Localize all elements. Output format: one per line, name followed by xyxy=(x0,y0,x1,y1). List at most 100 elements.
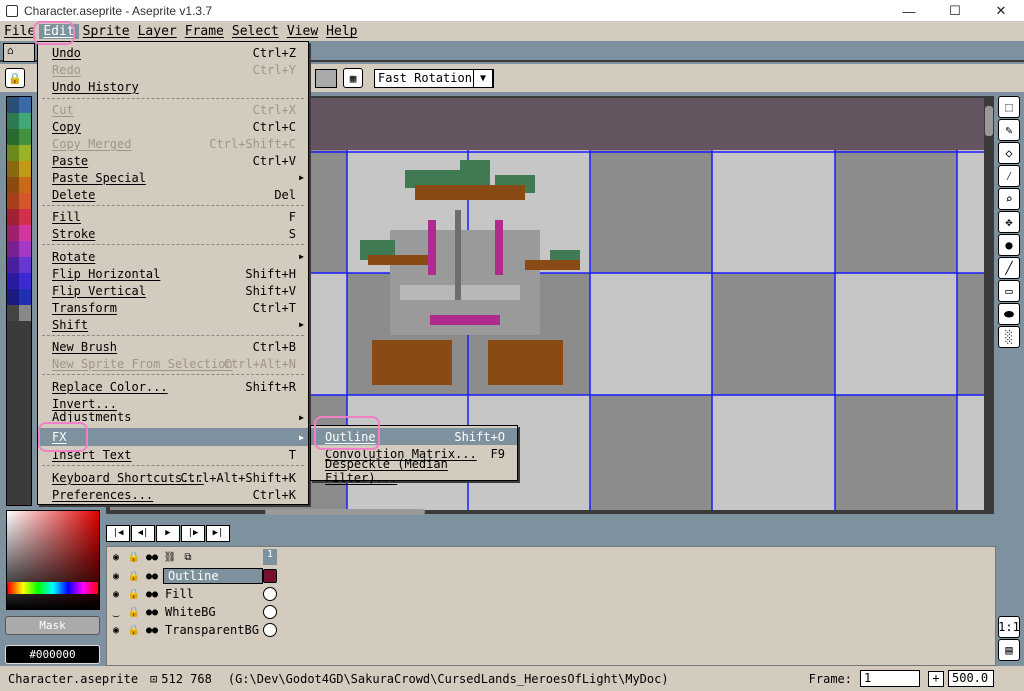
menu-file[interactable]: File xyxy=(0,24,39,39)
menu-item-cut[interactable]: Cut Ctrl+X xyxy=(38,101,308,118)
layer-row[interactable]: ◉ 🔒 ●● TransparentBG xyxy=(107,621,282,639)
menu-frame[interactable]: Frame xyxy=(181,24,228,39)
blur-icon[interactable]: ░ xyxy=(998,326,1020,348)
continuous-icon[interactable]: ●● xyxy=(143,589,161,600)
vertical-scrollbar[interactable] xyxy=(984,96,994,514)
eye-closed-icon[interactable]: ‿ xyxy=(107,607,125,618)
pixel-ratio-icon[interactable]: 1:1 xyxy=(998,616,1020,638)
rotation-algorithm-select[interactable]: Fast Rotation ▼ xyxy=(374,69,494,88)
color-hex-field[interactable]: #000000 xyxy=(5,645,100,664)
layer-row[interactable]: ◉ 🔒 ●● Outline xyxy=(107,567,282,585)
menu-item-delete[interactable]: Delete Del xyxy=(38,186,308,203)
lock-icon[interactable]: 🔒 xyxy=(125,625,143,636)
next-frame-icon[interactable]: |▶ xyxy=(181,525,205,542)
menu-item-insert-text[interactable]: Insert Text T xyxy=(38,446,308,463)
menu-item-undo-history[interactable]: Undo History xyxy=(38,78,308,95)
lock-icon[interactable]: 🔒 xyxy=(125,607,143,618)
continuous-icon[interactable]: ●● xyxy=(143,571,161,582)
close-button[interactable]: ✕ xyxy=(978,0,1024,22)
paint-bucket-icon[interactable]: ● xyxy=(998,234,1020,256)
menu-item-new-sprite-from-selection[interactable]: New Sprite From Selection Ctrl+Alt+N xyxy=(38,355,308,372)
menu-select[interactable]: Select xyxy=(228,24,283,39)
cel[interactable] xyxy=(263,587,277,601)
timeline-toggle-icon[interactable]: ▤ xyxy=(998,639,1020,661)
menu-item-stroke[interactable]: Stroke S xyxy=(38,225,308,242)
menu-item-rotate[interactable]: Rotate ▶ xyxy=(38,248,308,265)
lock-icon[interactable]: 🔒 xyxy=(125,589,143,600)
layer-row[interactable]: ‿ 🔒 ●● WhiteBG xyxy=(107,603,282,621)
link-icon[interactable]: ⛓ xyxy=(161,552,179,563)
lock-icon[interactable]: 🔒 xyxy=(125,571,143,582)
continuous-icon[interactable]: ●● xyxy=(143,607,161,618)
layer-row[interactable]: ◉ 🔒 ●● Fill xyxy=(107,585,282,603)
cel[interactable] xyxy=(263,605,277,619)
menu-item-copy-merged[interactable]: Copy Merged Ctrl+Shift+C xyxy=(38,135,308,152)
menu-view[interactable]: View xyxy=(283,24,322,39)
continuous-icon[interactable]: ●● xyxy=(143,552,161,563)
minimize-button[interactable]: — xyxy=(886,0,932,22)
eyedropper-icon[interactable]: ⁄ xyxy=(998,165,1020,187)
menu-item-undo[interactable]: Undo Ctrl+Z xyxy=(38,44,308,61)
eye-icon[interactable]: ◉ xyxy=(107,589,125,600)
eraser-icon[interactable]: ◇ xyxy=(998,142,1020,164)
marquee-icon[interactable]: ⬚ xyxy=(998,96,1020,118)
pivot-icon[interactable]: ▦ xyxy=(343,68,363,88)
eye-icon[interactable]: ◉ xyxy=(107,625,125,636)
prev-frame-icon[interactable]: ◀| xyxy=(131,525,155,542)
menu-item-paste-special[interactable]: Paste Special ▶ xyxy=(38,169,308,186)
menu-item-redo[interactable]: Redo Ctrl+Y xyxy=(38,61,308,78)
menu-help[interactable]: Help xyxy=(322,24,361,39)
lock-icon[interactable]: 🔒 xyxy=(125,552,143,563)
menu-edit[interactable]: Edit xyxy=(39,24,79,39)
eye-icon[interactable]: ◉ xyxy=(107,571,125,582)
frame-header[interactable]: 1 xyxy=(263,549,277,565)
mask-button[interactable]: Mask xyxy=(5,616,100,635)
menu-item-adjustments[interactable]: Adjustments ▶ xyxy=(38,411,308,423)
menu-item-invert[interactable]: Invert... xyxy=(38,395,308,412)
maximize-button[interactable]: ☐ xyxy=(932,0,978,22)
menu-item-despeckle[interactable]: Despeckle (Median Filter)... xyxy=(311,457,517,485)
layer-name[interactable]: Fill xyxy=(165,587,194,601)
frame-input[interactable]: 1 xyxy=(860,670,920,687)
menu-item-preferences[interactable]: Preferences... Ctrl+K xyxy=(38,486,308,503)
menu-item-replace-color[interactable]: Replace Color... Shift+R xyxy=(38,378,308,395)
horizontal-scrollbar[interactable] xyxy=(265,509,425,515)
lock-icon[interactable]: 🔒 xyxy=(5,68,25,88)
menu-item-keyboard-shortcuts[interactable]: Keyboard Shortcuts... Ctrl+Alt+Shift+K xyxy=(38,469,308,486)
tab-home[interactable]: ⌂ xyxy=(3,43,35,62)
move-icon[interactable]: ✥ xyxy=(998,211,1020,233)
cel[interactable] xyxy=(263,569,277,583)
zoom-icon[interactable]: ⌕ xyxy=(998,188,1020,210)
layer-name[interactable]: WhiteBG xyxy=(165,605,216,619)
tolerance-field[interactable] xyxy=(315,69,337,88)
add-frame-button[interactable]: + xyxy=(928,670,944,687)
continuous-icon[interactable]: ●● xyxy=(143,625,161,636)
pencil-icon[interactable]: ✎ xyxy=(998,119,1020,141)
color-spectrum[interactable] xyxy=(6,510,100,610)
layer-name[interactable]: TransparentBG xyxy=(165,623,259,637)
menu-item-transform[interactable]: Transform Ctrl+T xyxy=(38,299,308,316)
line-icon[interactable]: ╱ xyxy=(998,257,1020,279)
first-frame-icon[interactable]: |◀ xyxy=(106,525,130,542)
zoom-input[interactable]: 500.0 xyxy=(948,670,994,687)
chevron-down-icon[interactable]: ▼ xyxy=(473,69,493,88)
hue-slider[interactable] xyxy=(8,582,98,594)
menu-item-shift[interactable]: Shift ▶ xyxy=(38,316,308,333)
cel[interactable] xyxy=(263,623,277,637)
menu-item-fx[interactable]: FX ▶ xyxy=(38,428,308,446)
menu-item-outline[interactable]: Outline Shift+O xyxy=(311,428,517,445)
rectangle-icon[interactable]: ▭ xyxy=(998,280,1020,302)
contour-icon[interactable]: ⬬ xyxy=(998,303,1020,325)
onion-skin-icon[interactable]: ⧉ xyxy=(179,552,197,563)
layer-name[interactable]: Outline xyxy=(163,568,263,584)
menu-item-flip-vertical[interactable]: Flip Vertical Shift+V xyxy=(38,282,308,299)
eye-icon[interactable]: ◉ xyxy=(107,552,125,563)
menu-sprite[interactable]: Sprite xyxy=(79,24,134,39)
menu-layer[interactable]: Layer xyxy=(134,24,181,39)
color-palette[interactable] xyxy=(6,96,32,506)
menu-item-paste[interactable]: Paste Ctrl+V xyxy=(38,152,308,169)
play-icon[interactable]: ▶ xyxy=(156,525,180,542)
menu-item-flip-horizontal[interactable]: Flip Horizontal Shift+H xyxy=(38,265,308,282)
menu-item-fill[interactable]: Fill F xyxy=(38,208,308,225)
menu-item-copy[interactable]: Copy Ctrl+C xyxy=(38,118,308,135)
